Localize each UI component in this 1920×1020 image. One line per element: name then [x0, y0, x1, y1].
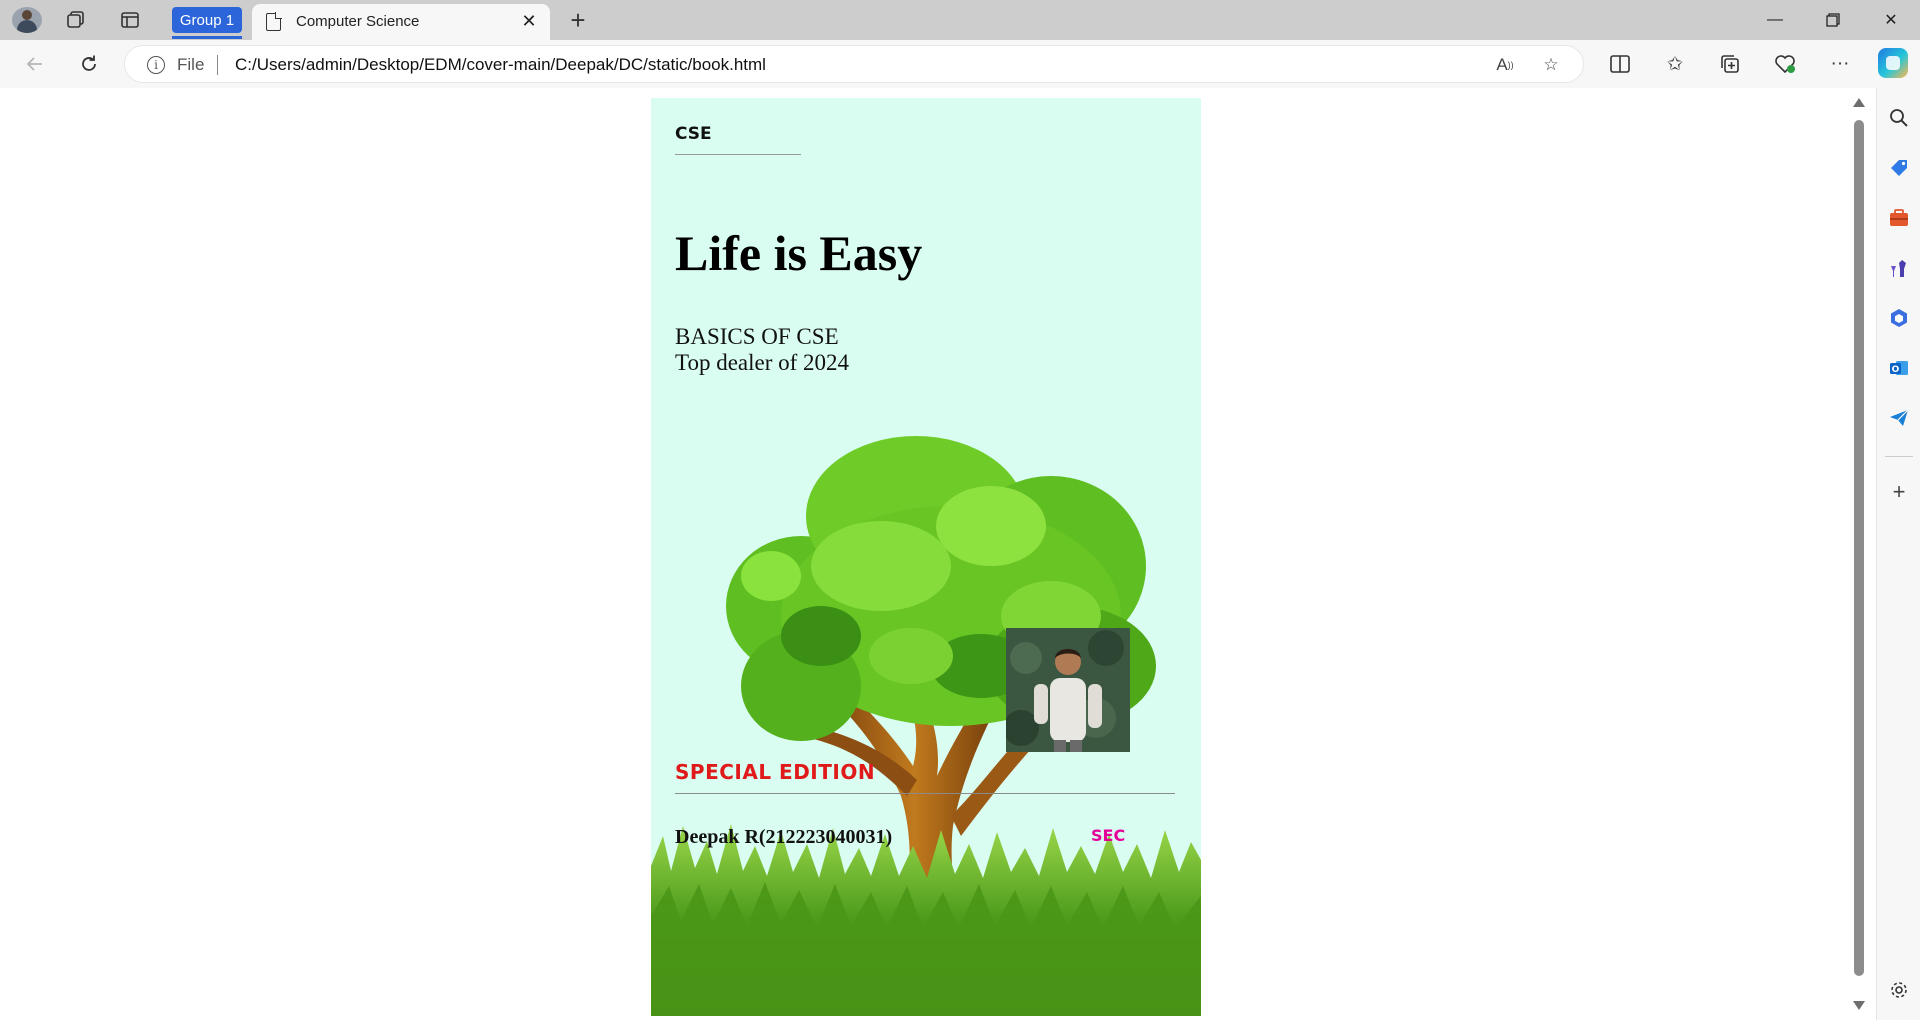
new-tab-button[interactable]: +: [564, 5, 592, 35]
restore-button[interactable]: [1810, 4, 1856, 36]
add-sidebar-app-icon[interactable]: +: [1885, 478, 1913, 506]
page-icon: [266, 12, 282, 31]
author-name: Deepak R(212223040031): [675, 826, 893, 848]
category-underline: [675, 154, 801, 155]
shopping-tag-icon[interactable]: [1885, 154, 1913, 182]
tab-bar: Group 1 Computer Science ✕ + — ✕: [0, 0, 1920, 40]
address-separator: [217, 55, 218, 75]
author-photo: [1006, 628, 1130, 752]
outlook-icon[interactable]: O: [1885, 354, 1913, 382]
workspaces-icon[interactable]: [64, 8, 88, 32]
address-scheme-label: File: [177, 55, 205, 74]
navigation-toolbar: i File C:/Users/admin/Desktop/EDM/cover-…: [0, 40, 1920, 88]
minimize-button[interactable]: —: [1752, 4, 1798, 36]
url-text[interactable]: C:/Users/admin/Desktop/EDM/cover-main/De…: [235, 55, 766, 75]
book-subtitle: BASICS OF CSE: [675, 324, 839, 349]
scroll-up-arrow[interactable]: [1853, 98, 1865, 107]
tools-briefcase-icon[interactable]: [1885, 204, 1913, 232]
section-label: SEC: [1091, 826, 1126, 845]
site-info-icon[interactable]: i: [147, 56, 165, 74]
profile-avatar[interactable]: [12, 7, 42, 33]
browser-essentials-icon[interactable]: [1771, 50, 1799, 78]
scrollbar-thumb[interactable]: [1854, 120, 1864, 976]
close-tab-icon[interactable]: ✕: [518, 10, 540, 32]
category-label: CSE: [675, 124, 712, 144]
split-screen-icon[interactable]: [1606, 50, 1634, 78]
vertical-scrollbar[interactable]: [1850, 88, 1868, 1016]
back-button[interactable]: [20, 50, 50, 78]
favorite-star-icon[interactable]: ☆: [1539, 53, 1563, 77]
book-title: Life is Easy: [675, 225, 923, 281]
close-window-button[interactable]: ✕: [1868, 4, 1914, 36]
tab-group-indicator: [172, 36, 242, 39]
read-aloud-icon[interactable]: A)): [1493, 53, 1517, 77]
sidebar-divider: [1885, 456, 1913, 457]
games-icon[interactable]: [1885, 254, 1913, 282]
book-cover: CSE Life is Easy BASICS OF CSE Top deale…: [651, 98, 1201, 1016]
send-paper-plane-icon[interactable]: [1885, 404, 1913, 432]
favorites-icon[interactable]: ✩: [1661, 50, 1689, 78]
vertical-tabs-icon[interactable]: [118, 8, 142, 32]
collections-icon[interactable]: [1716, 50, 1744, 78]
tab-computer-science[interactable]: Computer Science ✕: [252, 4, 550, 40]
search-icon[interactable]: [1885, 104, 1913, 132]
tab-title: Computer Science: [296, 13, 420, 30]
book-tagline: Top dealer of 2024: [675, 350, 850, 375]
edition-label: SPECIAL EDITION: [675, 760, 876, 784]
more-options-icon[interactable]: ···: [1826, 50, 1854, 78]
svg-text:O: O: [1892, 365, 1900, 375]
page-viewport: CSE Life is Easy BASICS OF CSE Top deale…: [4, 88, 1872, 1016]
refresh-button[interactable]: [74, 50, 104, 78]
settings-gear-icon[interactable]: [1885, 976, 1913, 1004]
copilot-icon[interactable]: [1878, 48, 1908, 78]
address-bar[interactable]: i File C:/Users/admin/Desktop/EDM/cover-…: [124, 45, 1584, 83]
tab-group-label[interactable]: Group 1: [172, 7, 242, 33]
microsoft-365-icon[interactable]: [1885, 304, 1913, 332]
scroll-down-arrow[interactable]: [1853, 1001, 1865, 1010]
edition-divider: [675, 793, 1175, 794]
edge-sidebar: O +: [1876, 88, 1920, 1020]
